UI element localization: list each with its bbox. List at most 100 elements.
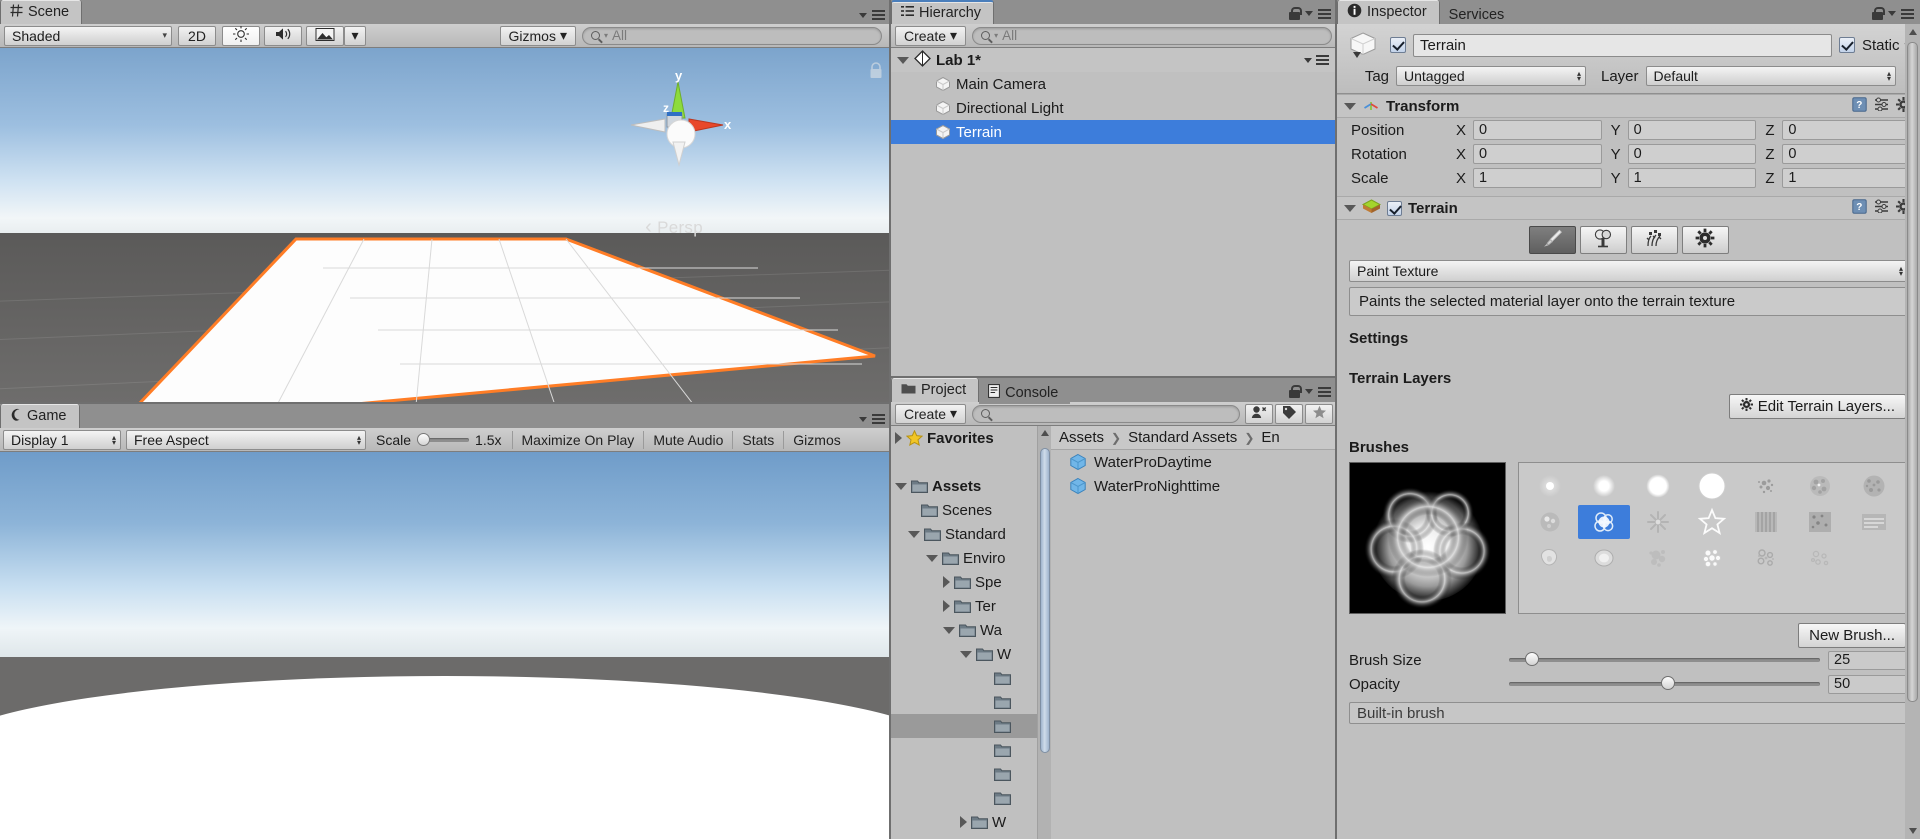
hierarchy-item-directional-light[interactable]: Directional Light xyxy=(891,96,1337,120)
project-tree-water4[interactable]: W xyxy=(891,810,1051,834)
brush-cell-1[interactable] xyxy=(1578,469,1630,503)
asset-item-waterprodaytime[interactable]: WaterProDaytime xyxy=(1051,450,1337,474)
tab-project[interactable]: Project xyxy=(891,378,980,402)
scene-orientation-gizmo[interactable]: y x z xyxy=(623,70,733,180)
project-tree-item[interactable] xyxy=(891,666,1051,690)
gameobject-enabled-checkbox[interactable] xyxy=(1390,37,1406,53)
splitter-horizontal-scene-game[interactable] xyxy=(0,402,889,404)
project-tree-item[interactable] xyxy=(891,690,1051,714)
project-tree-terrain[interactable]: Ter xyxy=(891,594,1051,618)
project-tree-speedtree[interactable]: Spe xyxy=(891,570,1051,594)
opacity-field[interactable]: 50 xyxy=(1828,674,1910,694)
scene-search-input[interactable]: ▾ All xyxy=(582,26,882,45)
project-content-pane[interactable]: Assets ❯ Standard Assets ❯ En WaterProDa… xyxy=(1051,426,1337,839)
project-tree-scenes[interactable]: Scenes xyxy=(891,498,1051,522)
project-tree-item[interactable] xyxy=(891,738,1051,762)
scene-projection-label[interactable]: ‹ Persp xyxy=(645,216,703,239)
draw-mode-dropdown[interactable]: Shaded ▾ xyxy=(4,25,172,46)
breadcrumb[interactable]: Assets ❯ Standard Assets ❯ En xyxy=(1051,426,1337,450)
terrain-tool-settings[interactable] xyxy=(1681,226,1729,254)
position-y-field[interactable]: 0 xyxy=(1627,120,1757,140)
tab-console[interactable]: Console xyxy=(979,382,1071,404)
foldout-icon[interactable] xyxy=(943,626,955,634)
edit-terrain-layers-button[interactable]: Edit Terrain Layers... xyxy=(1728,394,1906,419)
new-brush-button[interactable]: New Brush... xyxy=(1798,623,1906,648)
breadcrumb-item-1[interactable]: Standard Assets xyxy=(1128,429,1237,446)
gameobject-name-field[interactable]: Terrain xyxy=(1413,33,1832,57)
inspector-panel-menu[interactable] xyxy=(1872,7,1914,20)
filter-by-label-button[interactable] xyxy=(1275,403,1303,424)
brush-cell-6[interactable] xyxy=(1848,469,1900,503)
project-folder-tree[interactable]: Favorites Assets Scenes Standard Enviro … xyxy=(891,426,1051,839)
inspector-scrollbar[interactable] xyxy=(1905,24,1920,839)
brush-cell-12[interactable] xyxy=(1794,505,1846,539)
foldout-icon[interactable] xyxy=(897,56,909,64)
foldout-icon[interactable] xyxy=(960,816,967,828)
position-x-field[interactable]: 0 xyxy=(1473,120,1602,140)
brush-size-field[interactable]: 25 xyxy=(1828,650,1910,670)
preset-icon[interactable] xyxy=(1874,199,1889,217)
project-tree-scrollbar[interactable] xyxy=(1037,426,1051,839)
position-z-field[interactable]: 0 xyxy=(1782,120,1912,140)
foldout-icon[interactable] xyxy=(943,576,950,588)
terrain-tool-paint-details[interactable] xyxy=(1630,226,1678,254)
brush-cell-19[interactable] xyxy=(1794,541,1846,575)
opacity-slider[interactable] xyxy=(1509,676,1820,690)
toggle-fx-button[interactable] xyxy=(306,25,344,46)
brush-source-field[interactable]: Built-in brush xyxy=(1349,702,1908,724)
brush-cell-16[interactable] xyxy=(1632,541,1684,575)
maximize-on-play-button[interactable]: Maximize On Play xyxy=(514,430,643,450)
project-tree-item[interactable] xyxy=(891,762,1051,786)
scene-viewport[interactable]: y x z ‹ Persp xyxy=(0,48,891,404)
foldout-icon[interactable] xyxy=(960,650,972,658)
foldout-icon[interactable] xyxy=(908,530,920,538)
tab-inspector[interactable]: Inspector xyxy=(1337,0,1440,24)
scene-panel-menu[interactable] xyxy=(859,10,885,20)
project-tree-environment[interactable]: Enviro xyxy=(891,546,1051,570)
layer-dropdown[interactable]: Default ▴ ▾ xyxy=(1645,66,1896,86)
scene-row-menu[interactable] xyxy=(1304,55,1329,65)
terrain-tool-paint-brush[interactable] xyxy=(1528,226,1576,254)
asset-item-waterpronighttime[interactable]: WaterProNighttime xyxy=(1051,474,1337,498)
tab-game[interactable]: Game xyxy=(0,404,80,428)
project-tree-assets[interactable]: Assets xyxy=(891,474,1051,498)
splitter-vertical-left[interactable] xyxy=(889,0,891,839)
brush-cell-5[interactable] xyxy=(1794,469,1846,503)
scale-slider[interactable]: Scale 1.5x xyxy=(376,432,502,448)
scale-x-field[interactable]: 1 xyxy=(1473,168,1602,188)
help-icon[interactable]: ? xyxy=(1852,96,1867,116)
brush-cell-8-selected[interactable] xyxy=(1578,505,1630,539)
foldout-icon[interactable] xyxy=(943,600,950,612)
tab-services[interactable]: Services xyxy=(1439,4,1517,26)
project-tree-favorites[interactable]: Favorites xyxy=(891,426,1051,450)
brush-cell-14[interactable] xyxy=(1524,541,1576,575)
terrain-component-header[interactable]: Terrain ? xyxy=(1337,196,1920,220)
foldout-icon[interactable] xyxy=(895,482,907,490)
lock-icon[interactable] xyxy=(1872,7,1885,20)
filter-by-type-button[interactable] xyxy=(1245,403,1273,424)
hierarchy-item-terrain[interactable]: Terrain xyxy=(891,120,1337,144)
brush-cell-11[interactable] xyxy=(1740,505,1792,539)
brush-cell-7[interactable] xyxy=(1524,505,1576,539)
preset-icon[interactable] xyxy=(1874,97,1889,115)
brush-cell-10[interactable] xyxy=(1686,505,1738,539)
project-tree-water[interactable]: Wa xyxy=(891,618,1051,642)
save-search-button[interactable] xyxy=(1305,403,1333,424)
foldout-icon[interactable] xyxy=(895,432,902,444)
breadcrumb-item-0[interactable]: Assets xyxy=(1059,429,1104,446)
terrain-tool-paint-trees[interactable] xyxy=(1579,226,1627,254)
foldout-icon[interactable] xyxy=(1344,102,1356,110)
splitter-vertical-right[interactable] xyxy=(1335,0,1337,839)
hierarchy-search-input[interactable]: ▾ All xyxy=(972,26,1332,45)
help-icon[interactable]: ? xyxy=(1852,198,1867,218)
display-dropdown[interactable]: Display 1 ▴ ▾ xyxy=(3,429,121,450)
brush-cell-4[interactable] xyxy=(1740,469,1792,503)
gizmos-dropdown-button[interactable]: Gizmos ▾ xyxy=(499,25,576,46)
scroll-up-arrow-icon[interactable] xyxy=(1041,430,1049,436)
static-checkbox[interactable] xyxy=(1838,37,1855,53)
hierarchy-tree[interactable]: Lab 1* Main Camera Directional Light Ter… xyxy=(891,48,1337,378)
brush-cell-9[interactable] xyxy=(1632,505,1684,539)
tab-hierarchy[interactable]: Hierarchy xyxy=(891,0,995,24)
terrain-enabled-checkbox[interactable] xyxy=(1387,200,1402,216)
slider-knob[interactable] xyxy=(1524,652,1539,666)
